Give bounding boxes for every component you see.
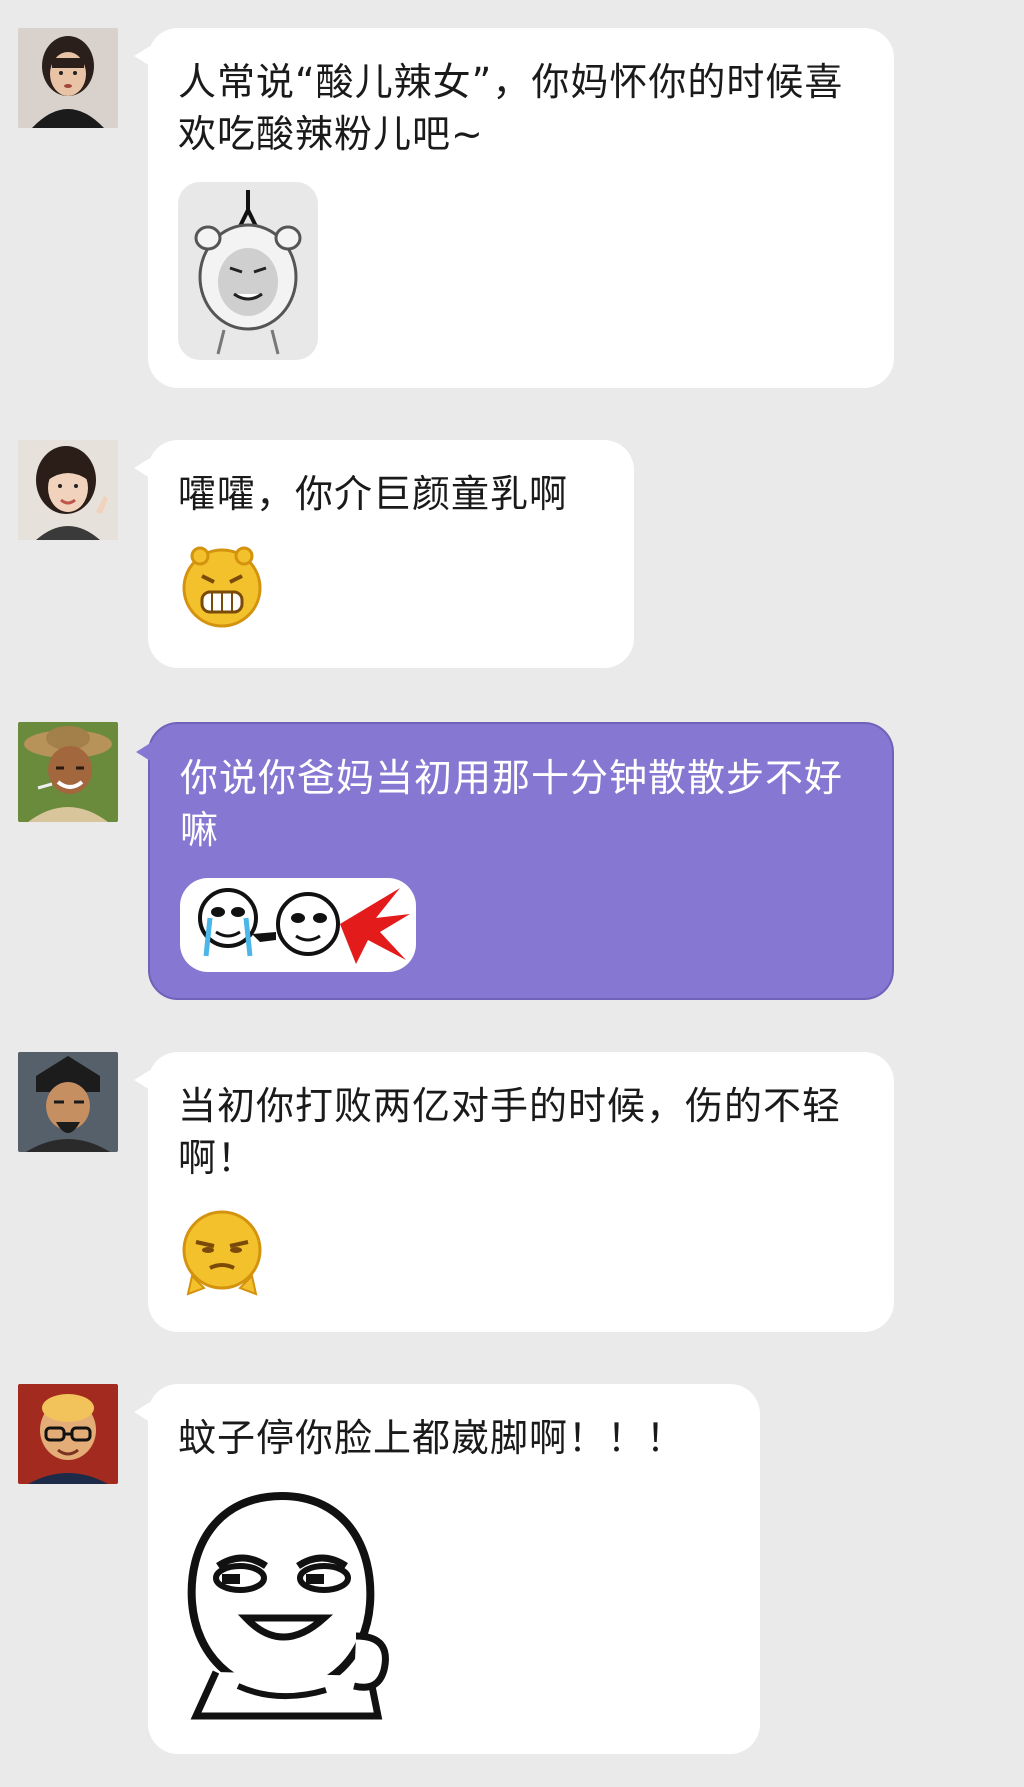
message-bubble[interactable]: 当初你打败两亿对手的时候，伤的不轻啊！ — [134, 1052, 894, 1332]
message-text: 人常说“酸儿辣女”，你妈怀你的时候喜欢吃酸辣粉儿吧~ — [178, 60, 844, 156]
man-glasses-avatar[interactable] — [18, 1384, 118, 1484]
woman-avatar[interactable] — [18, 28, 118, 128]
message-bubble[interactable]: 人常说“酸儿辣女”，你妈怀你的时候喜欢吃酸辣粉儿吧~ — [134, 28, 894, 388]
smug-emoji[interactable] — [178, 1206, 866, 1304]
message-text: 蚊子停你脸上都崴脚啊！！！ — [178, 1416, 686, 1460]
message-bubble[interactable]: 嚯嚯，你介巨颜童乳啊 — [134, 440, 634, 668]
message-text: 你说你爸妈当初用那十分钟散散步不好嘛 — [180, 756, 844, 852]
hanging-panda-sticker[interactable] — [178, 182, 866, 364]
official-avatar[interactable] — [18, 1052, 118, 1152]
farmer-avatar[interactable] — [18, 722, 118, 822]
message-bubble[interactable]: 你说你爸妈当初用那十分钟散散步不好嘛 — [136, 722, 894, 1000]
message-bubble[interactable]: 蚊子停你脸上都崴脚啊！！！ — [134, 1384, 760, 1754]
laughing-emoji[interactable] — [178, 542, 606, 634]
smug-face-sticker[interactable] — [178, 1486, 732, 1726]
message-text: 嚯嚯，你介巨颜童乳啊 — [178, 472, 569, 516]
gun-shooting-sticker[interactable] — [180, 878, 864, 976]
message-text: 当初你打败两亿对手的时候，伤的不轻啊！ — [178, 1084, 842, 1180]
girl-avatar[interactable] — [18, 440, 118, 540]
